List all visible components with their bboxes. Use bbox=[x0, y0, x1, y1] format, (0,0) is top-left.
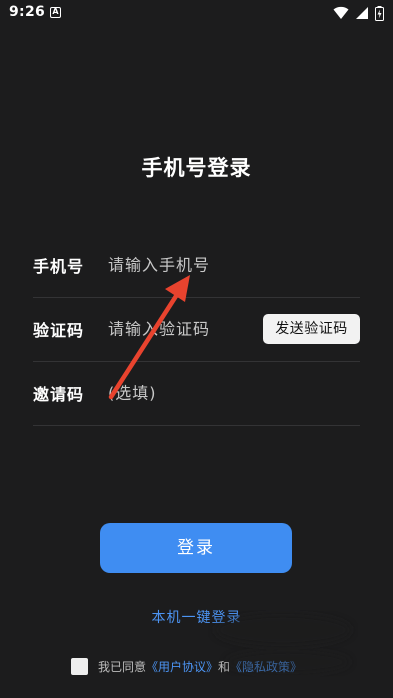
phone-label: 手机号 bbox=[33, 257, 85, 276]
privacy-policy-link[interactable]: 《隐私政策》 bbox=[230, 658, 302, 675]
agreement-row: 我已同意 《用户协议》 和 《隐私政策》 bbox=[71, 656, 302, 676]
invite-input[interactable] bbox=[108, 383, 258, 403]
notification-a-icon: A bbox=[50, 7, 61, 18]
code-input[interactable] bbox=[108, 319, 258, 339]
signal-icon bbox=[356, 7, 368, 19]
battery-icon bbox=[375, 5, 384, 21]
user-agreement-link[interactable]: 《用户协议》 bbox=[146, 658, 218, 675]
agree-and: 和 bbox=[218, 659, 231, 674]
status-time: 9:26 bbox=[9, 4, 46, 20]
phone-input[interactable] bbox=[108, 255, 258, 275]
one-key-login-link[interactable]: 本机一键登录 bbox=[0, 607, 393, 627]
phone-row: 手机号 bbox=[33, 233, 360, 298]
wifi-icon bbox=[333, 6, 349, 19]
login-button[interactable]: 登录 bbox=[100, 523, 292, 573]
page-title: 手机号登录 bbox=[141, 156, 252, 180]
status-bar: 9:26 A bbox=[0, 0, 393, 28]
agree-checkbox[interactable] bbox=[71, 657, 88, 675]
invite-label: 邀请码 bbox=[33, 385, 85, 404]
send-code-button[interactable]: 发送验证码 bbox=[263, 314, 360, 344]
code-row: 验证码 发送验证码 bbox=[33, 297, 360, 362]
agree-prefix: 我已同意 bbox=[98, 659, 147, 674]
invite-row: 邀请码 bbox=[33, 361, 360, 426]
status-icons bbox=[333, 5, 384, 21]
code-label: 验证码 bbox=[33, 321, 85, 340]
